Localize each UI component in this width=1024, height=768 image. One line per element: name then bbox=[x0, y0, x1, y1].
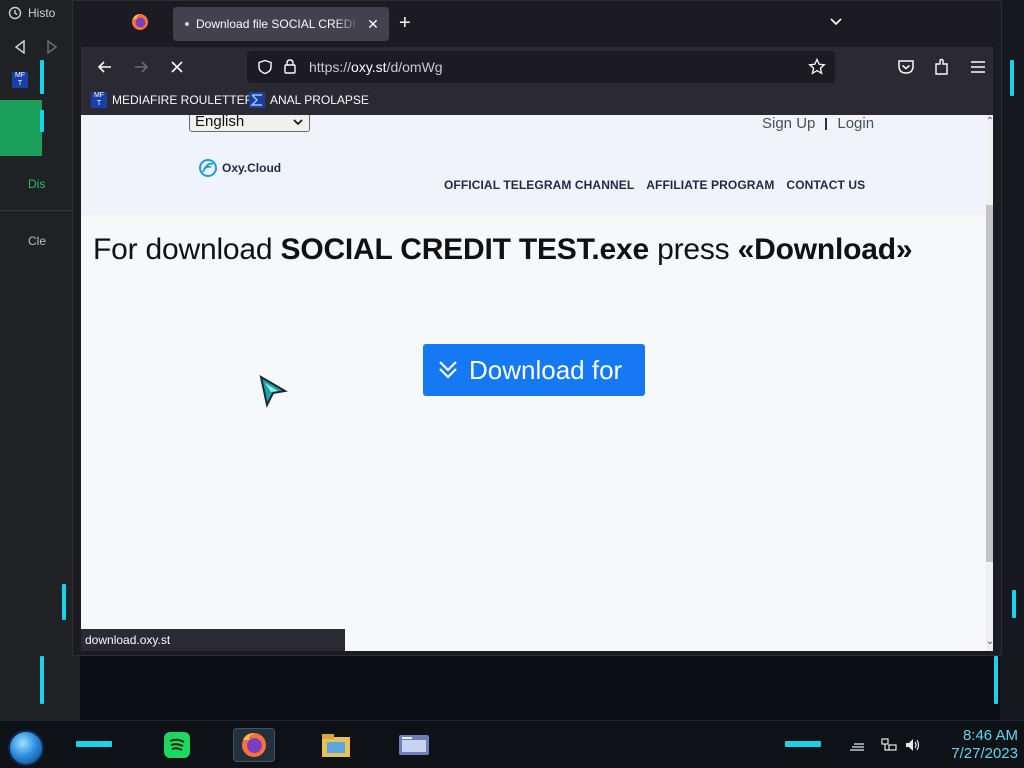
lock-icon[interactable] bbox=[283, 58, 297, 75]
history-label: Histo bbox=[28, 6, 56, 20]
mouse-cursor-icon bbox=[259, 374, 288, 408]
mft-icon: MF T bbox=[12, 72, 28, 88]
back-triangle-icon[interactable] bbox=[14, 40, 26, 54]
page-scrollbar[interactable]: ⌃ ⌄ bbox=[986, 115, 993, 651]
headline-pre: For download bbox=[93, 233, 281, 266]
extensions-icon[interactable] bbox=[932, 57, 952, 77]
url-host: oxy.st bbox=[351, 59, 387, 75]
sigma-icon bbox=[249, 92, 265, 108]
headline-action: «Download» bbox=[737, 233, 913, 266]
background-window: Histo MF T Dis Cle bbox=[0, 0, 80, 720]
firefox-icon bbox=[242, 733, 266, 757]
url-text[interactable]: https://oxy.st/d/omWg bbox=[309, 59, 443, 75]
bg-item-cle[interactable]: Cle bbox=[28, 234, 46, 248]
bg-navigation bbox=[14, 40, 58, 54]
page-title: For download SOCIAL CREDIT TEST.exe pres… bbox=[93, 233, 913, 267]
download-button[interactable]: Download for bbox=[423, 344, 645, 396]
stack-icon[interactable] bbox=[849, 738, 865, 752]
link-status-bar: download.oxy.st bbox=[81, 629, 345, 651]
site-logo[interactable]: Oxy.Cloud bbox=[198, 158, 281, 178]
chevron-down-icon bbox=[293, 119, 303, 126]
auth-links: Sign Up Login bbox=[762, 115, 874, 132]
site-header: English Sign Up Login Oxy.Cloud OFFICIAL… bbox=[81, 115, 986, 215]
language-select[interactable]: English bbox=[189, 115, 310, 132]
nav-link-contact[interactable]: CONTACT US bbox=[786, 178, 865, 192]
tab-active[interactable]: Download file SOCIAL CREDIT TEST.exe ✕ bbox=[173, 7, 389, 41]
frame-accent bbox=[40, 110, 44, 132]
headline-filename: SOCIAL CREDIT TEST.exe bbox=[280, 233, 650, 266]
logo-text: Oxy.Cloud bbox=[222, 161, 282, 175]
taskbar-window[interactable] bbox=[393, 728, 435, 762]
url-prefix: https:// bbox=[309, 59, 352, 75]
tab-bar: Download file SOCIAL CREDIT TEST.exe ✕ + bbox=[73, 1, 1001, 47]
frame-accent bbox=[62, 584, 66, 620]
frame-accent bbox=[994, 656, 998, 704]
navigation-toolbar: https://oxy.st/d/omWg bbox=[81, 47, 993, 87]
frame-accent bbox=[1010, 60, 1014, 96]
history-menu[interactable]: Histo bbox=[8, 6, 55, 20]
forward-triangle-icon[interactable] bbox=[46, 40, 58, 54]
signup-link[interactable]: Sign Up bbox=[762, 115, 815, 132]
login-link[interactable]: Login bbox=[837, 115, 874, 132]
frame-accent bbox=[40, 656, 44, 704]
new-tab-button[interactable]: + bbox=[399, 13, 411, 33]
window-icon bbox=[399, 735, 429, 755]
bookmarks-toolbar: MF T MEDIAFIRE ROULETTER ANAL PROLAPSE bbox=[81, 87, 993, 115]
frame-accent bbox=[785, 741, 821, 747]
bookmark-star-icon[interactable] bbox=[808, 58, 826, 76]
taskbar-file-explorer[interactable] bbox=[315, 728, 357, 762]
volume-icon[interactable] bbox=[905, 738, 921, 752]
bookmark-mediafire[interactable]: MF T MEDIAFIRE ROULETTER bbox=[91, 92, 253, 108]
page-viewport: English Sign Up Login Oxy.Cloud OFFICIAL… bbox=[81, 115, 993, 651]
address-bar[interactable]: https://oxy.st/d/omWg bbox=[247, 51, 835, 83]
auth-separator bbox=[825, 117, 828, 130]
download-button-label: Download for bbox=[469, 354, 623, 385]
loading-dot-icon bbox=[185, 22, 189, 26]
stop-loading-icon[interactable] bbox=[167, 57, 187, 77]
spotify-icon bbox=[164, 732, 190, 758]
bookmark-second[interactable]: ANAL PROLAPSE bbox=[249, 92, 369, 108]
start-button[interactable] bbox=[8, 730, 44, 766]
taskbar-spotify[interactable] bbox=[156, 728, 198, 762]
oxy-logo-icon bbox=[199, 159, 217, 177]
tab-close-button[interactable]: ✕ bbox=[365, 16, 381, 33]
green-banner bbox=[0, 100, 42, 156]
frame-accent bbox=[1012, 590, 1016, 618]
scroll-up-icon[interactable]: ⌃ bbox=[984, 117, 993, 127]
frame-accent bbox=[76, 741, 112, 747]
bookmark-label: MEDIAFIRE ROULETTER bbox=[112, 93, 254, 107]
mft-icon: MF T bbox=[91, 92, 107, 108]
tab-title: Download file SOCIAL CREDIT TEST.exe bbox=[196, 17, 359, 31]
system-clock[interactable]: 8:46 AM 7/27/2023 bbox=[928, 727, 1018, 763]
back-arrow-icon[interactable] bbox=[95, 57, 115, 77]
firefox-icon[interactable] bbox=[131, 13, 149, 31]
language-value: English bbox=[195, 115, 245, 130]
network-icon[interactable] bbox=[881, 738, 897, 752]
taskbar: 8:46 AM 7/27/2023 bbox=[0, 720, 1024, 768]
scroll-thumb[interactable] bbox=[986, 205, 993, 562]
hamburger-menu-icon[interactable] bbox=[968, 57, 988, 77]
chevron-down-icon[interactable] bbox=[829, 15, 843, 29]
divider bbox=[0, 210, 80, 211]
browser-window: Download file SOCIAL CREDIT TEST.exe ✕ +… bbox=[72, 0, 1002, 656]
pocket-icon[interactable] bbox=[896, 57, 916, 77]
url-path: /d/omWg bbox=[386, 59, 443, 75]
nav-link-telegram[interactable]: OFFICIAL TELEGRAM CHANNEL bbox=[444, 178, 634, 192]
clock-time: 8:46 AM bbox=[962, 727, 1018, 744]
bg-item-dis[interactable]: Dis bbox=[28, 177, 45, 191]
file-explorer-icon bbox=[322, 734, 350, 757]
bookmark-label: ANAL PROLAPSE bbox=[270, 93, 369, 107]
shield-icon[interactable] bbox=[257, 59, 273, 75]
site-nav: OFFICIAL TELEGRAM CHANNEL AFFILIATE PROG… bbox=[444, 178, 865, 192]
scroll-down-icon[interactable]: ⌄ bbox=[984, 637, 993, 647]
taskbar-firefox[interactable] bbox=[233, 728, 275, 762]
double-chevron-down-icon bbox=[439, 361, 457, 379]
history-icon bbox=[8, 6, 22, 20]
nav-link-affiliate[interactable]: AFFILIATE PROGRAM bbox=[646, 178, 774, 192]
clock-date: 7/27/2023 bbox=[951, 745, 1018, 762]
headline-mid: press bbox=[648, 233, 738, 266]
forward-arrow-icon[interactable] bbox=[131, 57, 151, 77]
frame-accent bbox=[40, 60, 44, 94]
